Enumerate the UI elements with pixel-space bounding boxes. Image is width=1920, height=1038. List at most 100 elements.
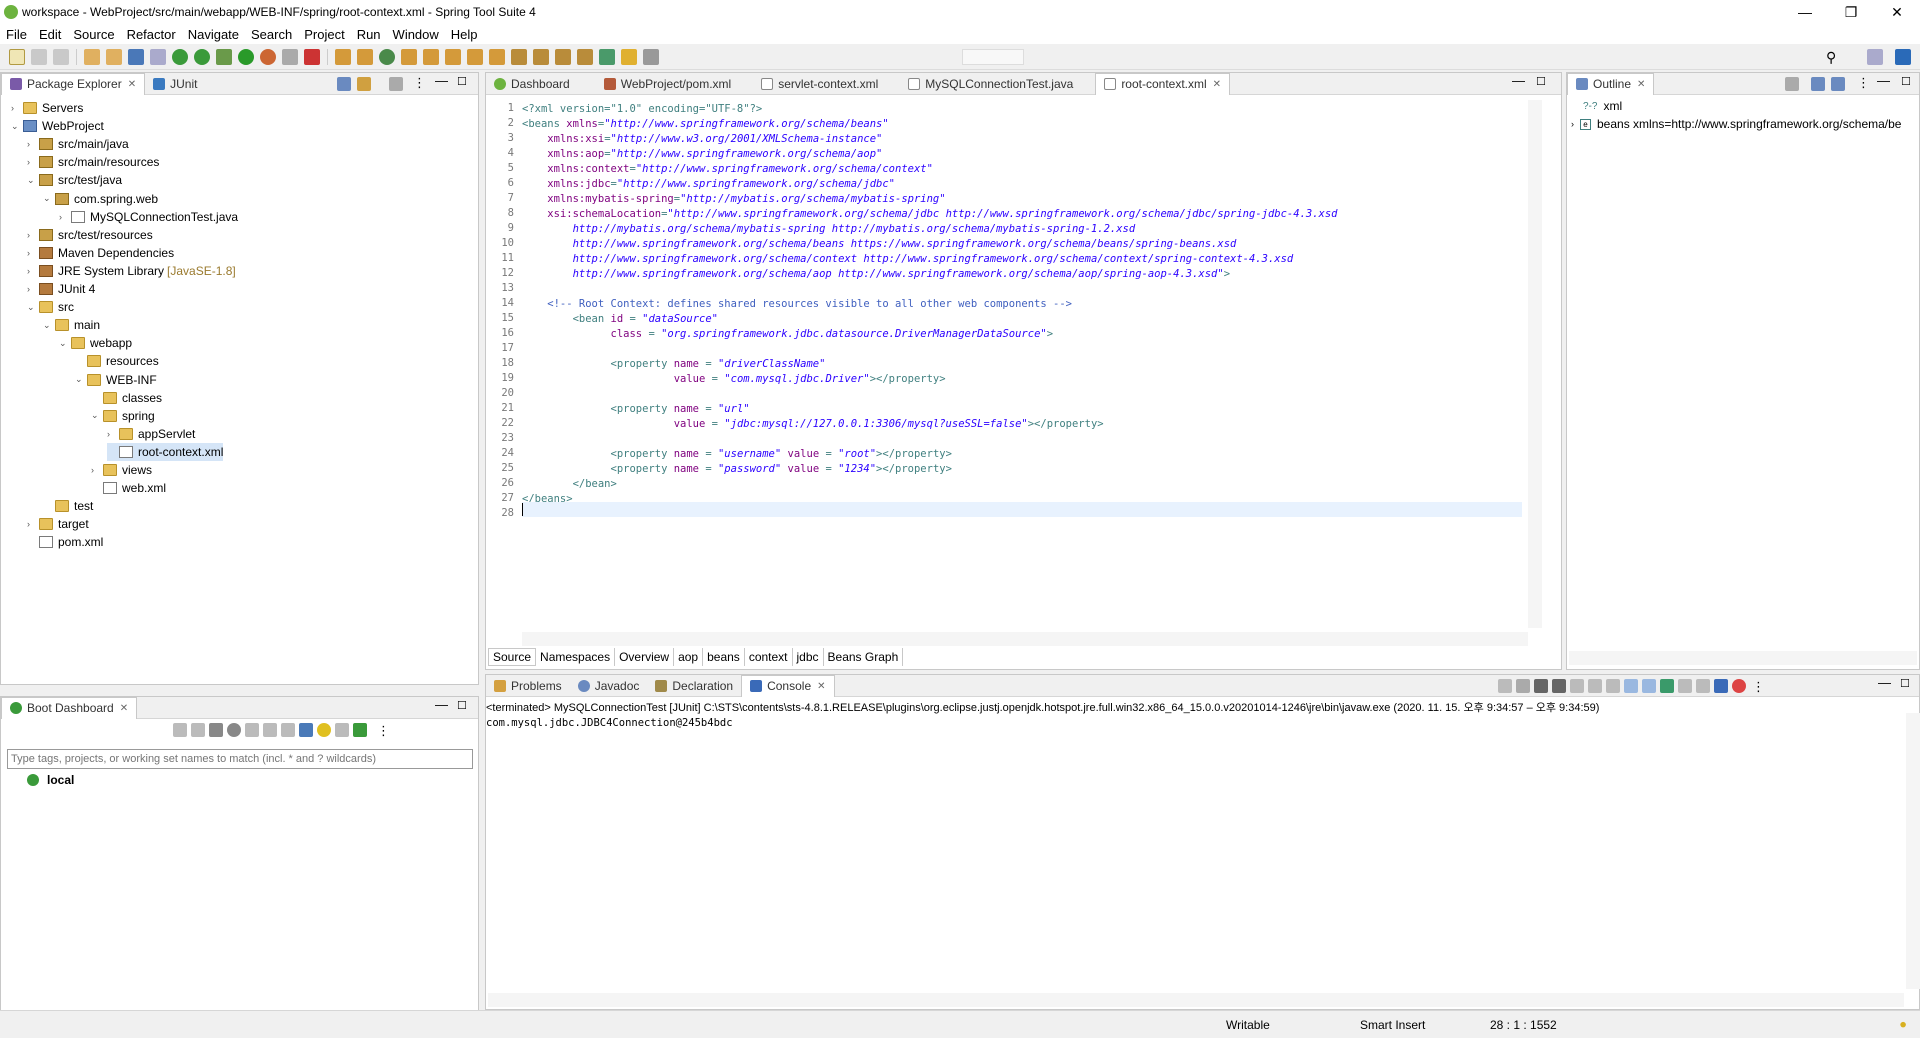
tree-item[interactable]: › src/test/resources: [27, 226, 153, 244]
chrome-icon[interactable]: [1732, 679, 1746, 693]
menu-window[interactable]: Window: [387, 27, 445, 42]
console-output[interactable]: com.mysql.jdbc.JDBC4Connection@245b4bdc: [486, 717, 733, 729]
collapse-all-icon[interactable]: [1811, 77, 1825, 91]
pin-console-icon[interactable]: [1660, 679, 1674, 693]
bulb-icon[interactable]: ⚫: [1898, 1018, 1908, 1032]
close-icon[interactable]: ✕: [120, 703, 128, 714]
tree-item[interactable]: › JRE System Library [JavaSE-1.8]: [27, 262, 236, 280]
tree-item[interactable]: › src/main/resources: [27, 153, 159, 171]
expand-arrow-icon[interactable]: ›: [27, 248, 39, 258]
view-menu-icon[interactable]: ⋮: [1857, 75, 1870, 91]
new-class-icon[interactable]: [379, 48, 395, 65]
stop-icon[interactable]: [209, 723, 223, 737]
debug-icon[interactable]: [227, 723, 241, 737]
link-editor-icon[interactable]: [357, 77, 371, 91]
open-type-icon[interactable]: [84, 48, 100, 65]
console-icon[interactable]: [245, 723, 259, 737]
new-icon[interactable]: [9, 48, 25, 65]
edit-icon[interactable]: [281, 723, 295, 737]
minimize-button[interactable]: —: [1782, 0, 1828, 24]
tree-item[interactable]: ⌄ webapp: [59, 334, 132, 352]
spring-perspective-icon[interactable]: [1895, 49, 1911, 65]
open-folder-icon[interactable]: [401, 48, 417, 65]
pin-editor-icon[interactable]: [599, 48, 615, 65]
menu-file[interactable]: File: [0, 27, 33, 42]
minimize-view-icon[interactable]: —: [435, 697, 448, 712]
close-button[interactable]: ✕: [1874, 0, 1920, 24]
tab-declaration[interactable]: Declaration: [647, 675, 741, 697]
expand-arrow-icon[interactable]: ›: [91, 465, 103, 475]
external-tools-icon[interactable]: [304, 48, 320, 65]
outline-item-beans[interactable]: › e beans xmlns=http://www.springframewo…: [1571, 117, 1901, 131]
collapse-all-icon[interactable]: [337, 77, 351, 91]
tab-overview[interactable]: Overview: [615, 648, 675, 666]
tree-item[interactable]: › appServlet: [107, 425, 195, 443]
expand-arrow-icon[interactable]: ⌄: [75, 374, 87, 385]
open-resource-icon[interactable]: [106, 48, 122, 65]
tree-item[interactable]: › MySQLConnectionTest.java: [59, 208, 238, 226]
expand-arrow-icon[interactable]: ›: [27, 139, 39, 149]
terminate-icon[interactable]: [1516, 679, 1530, 693]
tab-problems[interactable]: Problems: [486, 675, 570, 697]
tab-javadoc[interactable]: Javadoc: [570, 675, 648, 697]
tree-item[interactable]: ⌄ com.spring.web: [43, 190, 158, 208]
debug-icon[interactable]: [216, 48, 232, 65]
tab-outline[interactable]: Outline ✕: [1567, 72, 1655, 95]
save-icon[interactable]: [31, 48, 47, 65]
close-icon[interactable]: ✕: [1213, 79, 1221, 90]
highlight-icon[interactable]: [621, 48, 637, 65]
expand-arrow-icon[interactable]: ⌄: [59, 338, 71, 349]
relaunch-icon[interactable]: [194, 48, 210, 65]
gradle-icon[interactable]: [1714, 679, 1728, 693]
menu-run[interactable]: Run: [351, 27, 387, 42]
tree-item[interactable]: pom.xml: [27, 533, 103, 551]
alpha-sort-icon[interactable]: [1831, 77, 1845, 91]
minimize-view-icon[interactable]: —: [1512, 73, 1525, 88]
open-browser-icon[interactable]: [299, 723, 313, 737]
tab-source[interactable]: Source: [488, 648, 537, 666]
console-vscroll[interactable]: [1906, 713, 1920, 989]
maximize-view-icon[interactable]: ☐: [1901, 75, 1911, 88]
tree-item[interactable]: › views: [91, 461, 152, 479]
scroll-lock-icon[interactable]: [1588, 679, 1602, 693]
maximize-view-icon[interactable]: ☐: [1900, 677, 1910, 690]
tree-item[interactable]: › src/main/java: [27, 135, 129, 153]
tab-context[interactable]: context: [745, 648, 793, 666]
next-annotation-icon[interactable]: [467, 48, 483, 65]
expand-arrow-icon[interactable]: ⌄: [11, 121, 23, 132]
view-menu-icon[interactable]: ⋮: [1752, 679, 1765, 695]
menu-refactor[interactable]: Refactor: [121, 27, 182, 42]
editor-hscroll[interactable]: [522, 632, 1528, 646]
display-console-icon[interactable]: [1678, 679, 1692, 693]
prev-annotation-icon[interactable]: [489, 48, 505, 65]
minimize-view-icon[interactable]: —: [1878, 675, 1891, 690]
coverage-icon[interactable]: [260, 48, 276, 65]
toolbar-combo[interactable]: [962, 49, 1024, 65]
bulb-icon[interactable]: [317, 723, 331, 737]
menu-navigate[interactable]: Navigate: [182, 27, 245, 42]
add-icon[interactable]: [353, 723, 367, 737]
run-icon[interactable]: [238, 48, 254, 65]
expand-arrow-icon[interactable]: ›: [1571, 119, 1574, 129]
tab-namespaces[interactable]: Namespaces: [536, 648, 616, 666]
open-console-icon[interactable]: [1696, 679, 1710, 693]
expand-arrow-icon[interactable]: ⌄: [27, 175, 39, 186]
restore-button[interactable]: ❐: [1828, 0, 1874, 24]
sort-icon[interactable]: [1785, 77, 1799, 91]
tree-item[interactable]: test: [43, 497, 93, 515]
view-menu-icon[interactable]: ⋮: [377, 723, 390, 739]
show-stdout-icon[interactable]: [1624, 679, 1638, 693]
editor-vscroll[interactable]: [1528, 100, 1542, 628]
tree-item[interactable]: root-context.xml: [107, 442, 224, 461]
skip-breakpoints-icon[interactable]: [150, 48, 166, 65]
tab-dashboard[interactable]: Dashboard: [486, 73, 578, 95]
back-icon[interactable]: [511, 48, 527, 65]
expand-arrow-icon[interactable]: ⌄: [43, 320, 55, 331]
tree-item[interactable]: › Servers: [11, 99, 83, 117]
boot-dashboard-icon[interactable]: [172, 48, 188, 65]
minimize-view-icon[interactable]: —: [1877, 73, 1890, 88]
search-ref-icon[interactable]: [423, 48, 439, 65]
expand-arrow-icon[interactable]: ›: [27, 284, 39, 294]
new-java-project-icon[interactable]: [335, 48, 351, 65]
tree-item[interactable]: ⌄ main: [43, 316, 100, 334]
